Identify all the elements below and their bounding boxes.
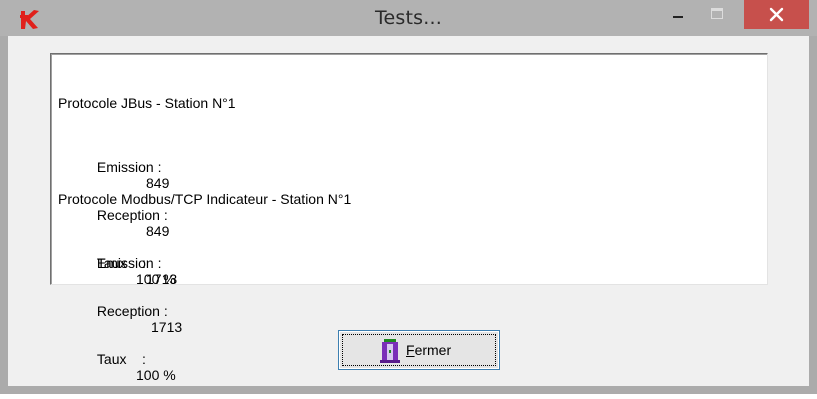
protocol-header: Protocole JBus - Station N°1 — [58, 95, 236, 111]
rate-line: Taux : 100 % — [58, 335, 351, 383]
tests-window: Tests... Protocole JBus - Station N°1 Em… — [0, 0, 817, 394]
close-window-button[interactable] — [744, 0, 809, 29]
rate-label: Taux : — [96, 351, 146, 367]
minimize-icon — [673, 16, 683, 18]
close-button-label: Fermer — [406, 342, 452, 358]
rate-value: 100 % — [136, 367, 176, 383]
emission-label: Emission : — [96, 255, 162, 271]
emission-line: Emission : 1713 — [58, 239, 351, 287]
protocol-header: Protocole Modbus/TCP Indicateur - Statio… — [58, 191, 352, 207]
emission-line: Emission : 849 — [58, 143, 236, 191]
result-block-modbus: Protocole Modbus/TCP Indicateur - Statio… — [58, 159, 351, 383]
close-icon — [769, 7, 784, 22]
reception-value: 1713 — [151, 319, 183, 335]
exit-door-icon — [380, 339, 400, 363]
minimize-button[interactable] — [661, 0, 695, 29]
maximize-button[interactable] — [695, 0, 739, 29]
dialog-body: Protocole JBus - Station N°1 Emission : … — [8, 36, 809, 386]
title-bar[interactable]: Tests... — [0, 0, 817, 36]
reception-line: Reception : 1713 — [58, 287, 351, 335]
close-button[interactable]: Fermer — [338, 330, 500, 370]
emission-value: 1713 — [146, 271, 178, 287]
maximize-icon — [711, 8, 723, 19]
results-textbox[interactable]: Protocole JBus - Station N°1 Emission : … — [50, 53, 768, 383]
reception-label: Reception : — [96, 303, 168, 319]
